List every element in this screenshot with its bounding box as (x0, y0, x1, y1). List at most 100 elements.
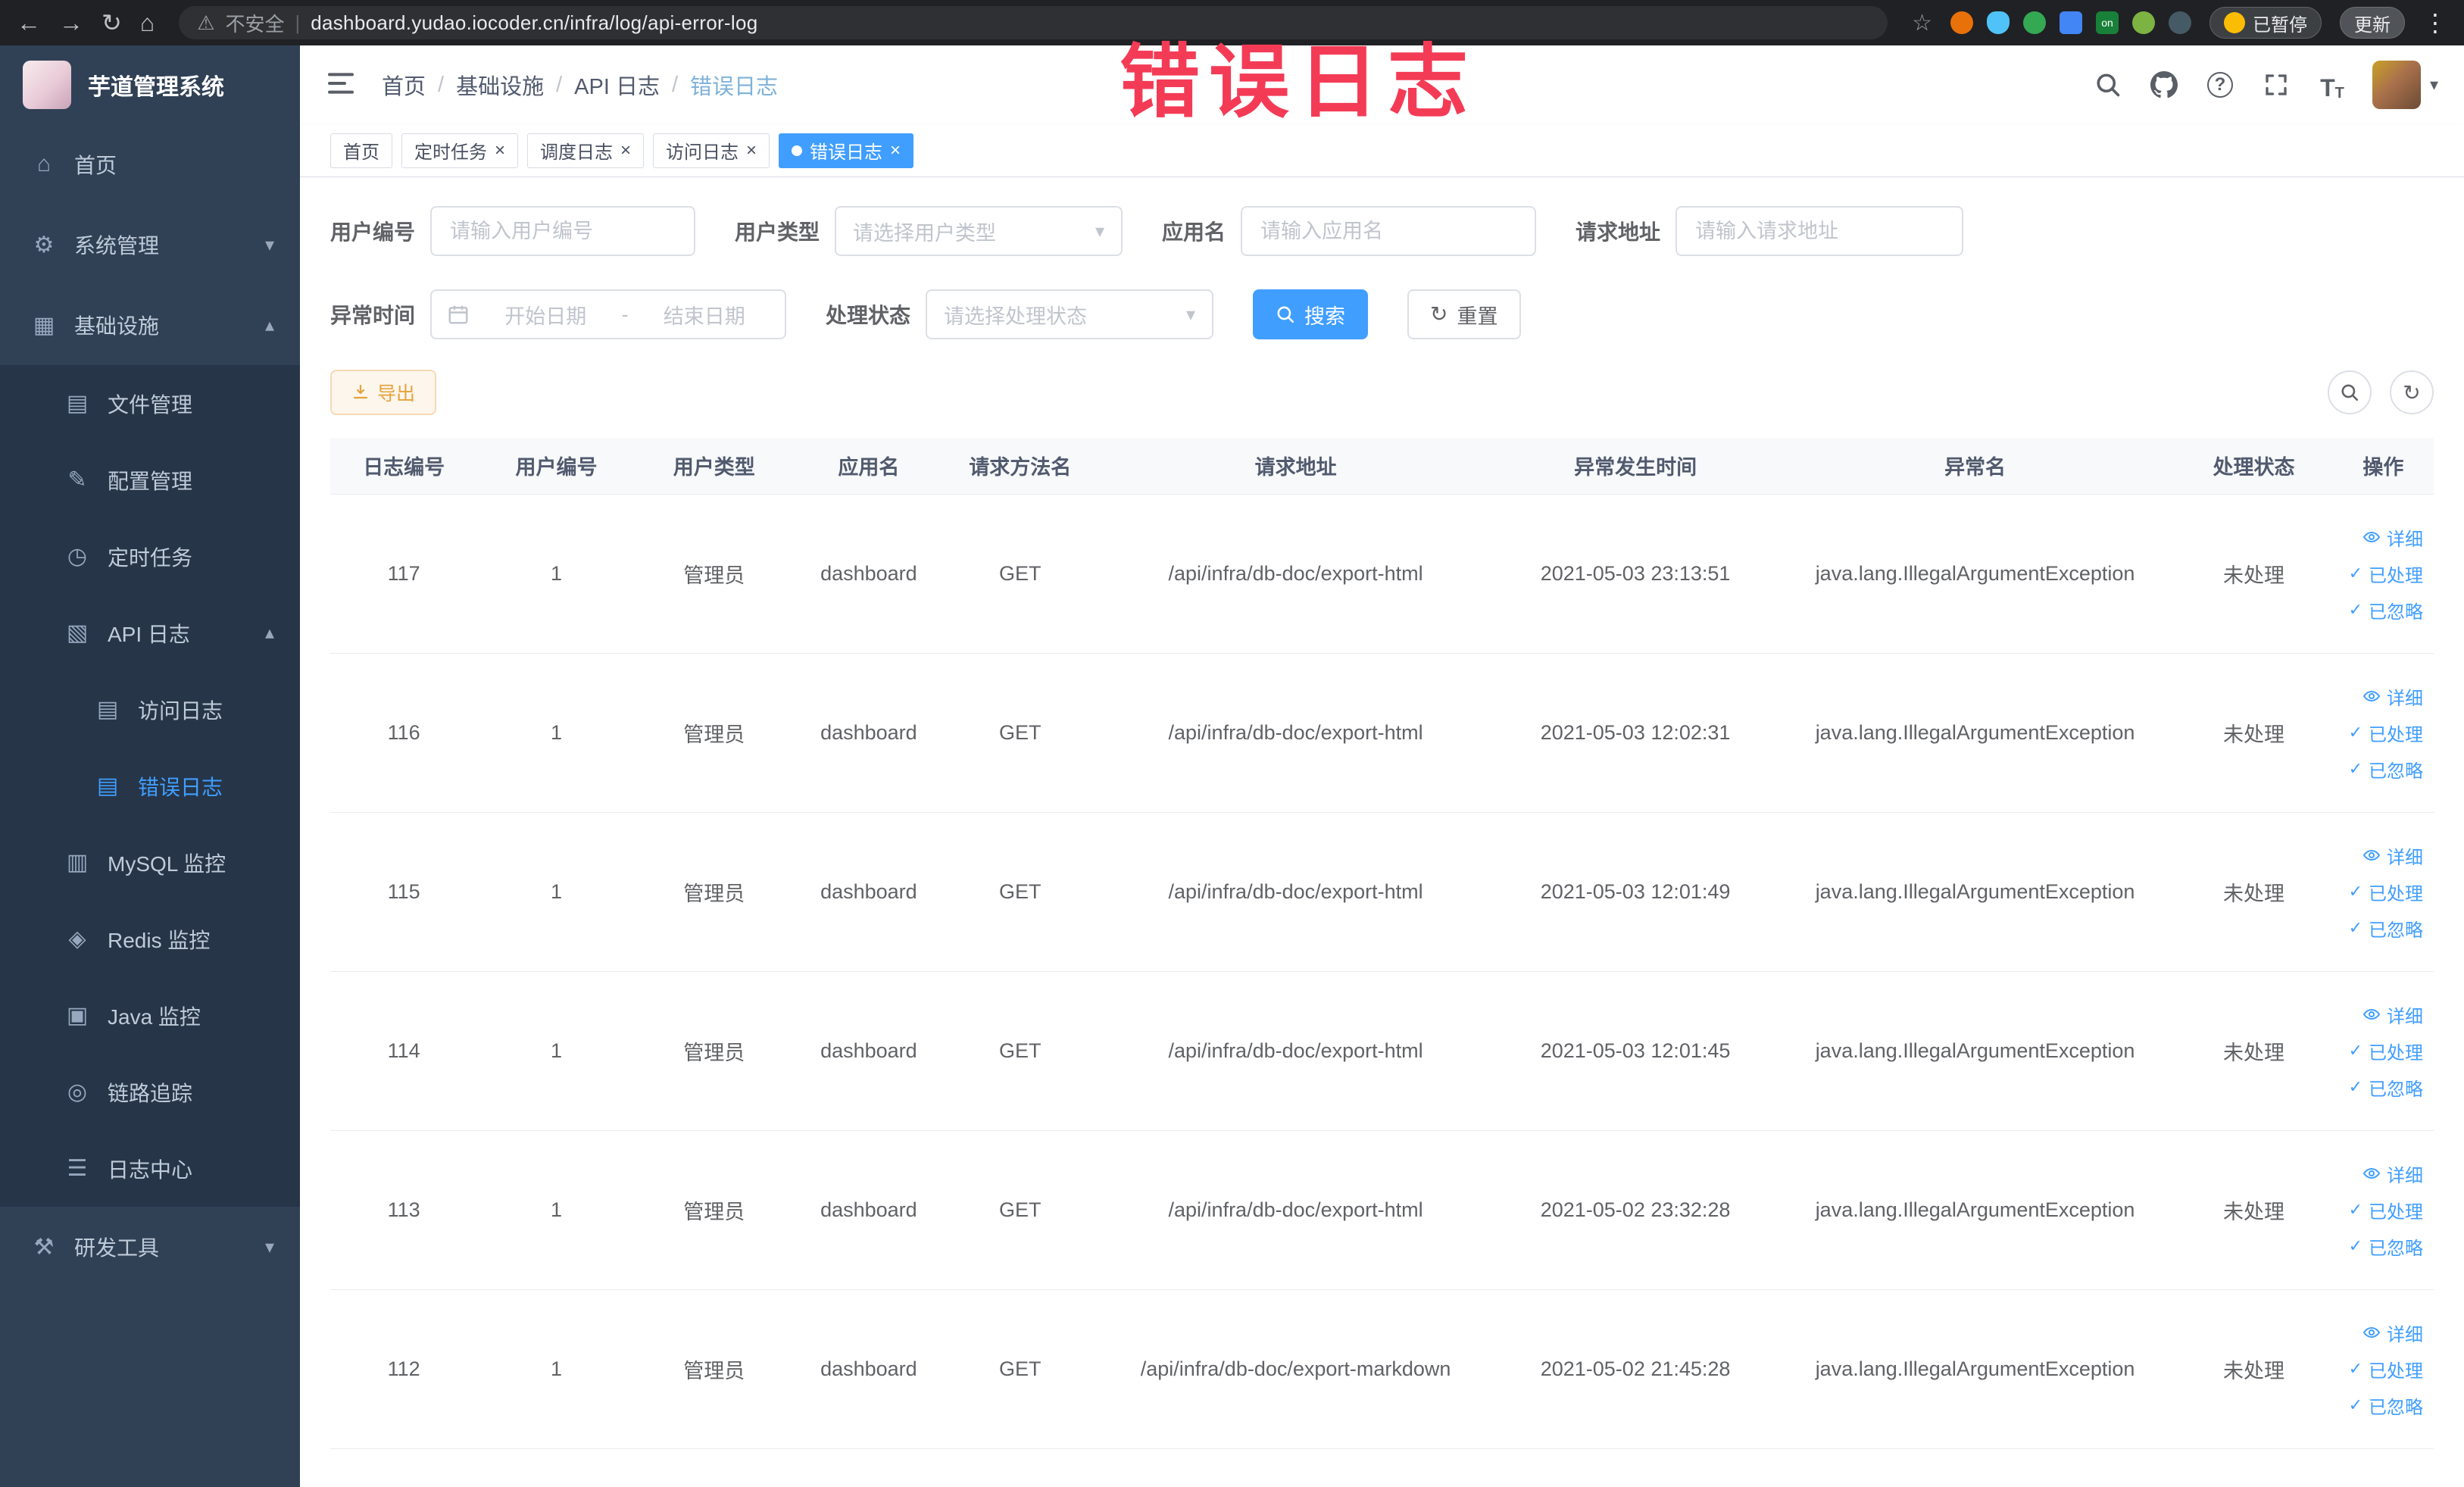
browser-home-icon[interactable]: ⌂ (140, 11, 155, 35)
extension-icon-4[interactable] (2060, 11, 2082, 34)
sidebar-item-trace[interactable]: ◎ 链路追踪 (0, 1054, 300, 1130)
avatar-caret-icon[interactable]: ▾ (2430, 75, 2438, 95)
user-avatar[interactable] (2372, 61, 2421, 109)
tab-close-icon[interactable]: × (746, 141, 757, 160)
browser-update-button[interactable]: 更新 (2340, 7, 2405, 39)
filter-exception-time: 异常时间 开始日期 - 结束日期 (330, 289, 787, 339)
detail-link[interactable]: 详细 (2342, 519, 2423, 555)
detail-link[interactable]: 详细 (2342, 1155, 2423, 1192)
mark-processed-link[interactable]: ✓ 已处理 (2342, 555, 2423, 592)
tab-close-icon[interactable]: × (495, 141, 505, 160)
cell-app-name: dashboard (792, 1130, 945, 1290)
tab-close-icon[interactable]: × (890, 141, 901, 160)
column-header: 请求地址 (1095, 438, 1496, 495)
sidebar-item-config-management[interactable]: ✎ 配置管理 (0, 442, 300, 518)
search-button[interactable]: 搜索 (1253, 289, 1369, 339)
tab-scheduled-jobs[interactable]: 定时任务 × (401, 133, 519, 168)
column-header: 用户编号 (477, 438, 636, 495)
breadcrumb-separator: / (671, 72, 679, 97)
app-name-input[interactable] (1241, 206, 1537, 256)
forward-icon[interactable]: → (59, 11, 83, 35)
github-icon[interactable] (2147, 67, 2181, 102)
table-row: 113 1 管理员 dashboard GET /api/infra/db-do… (330, 1130, 2434, 1290)
sidebar-item-log-center[interactable]: ☰ 日志中心 (0, 1130, 300, 1207)
extension-icon-1[interactable] (1950, 11, 1973, 34)
export-button[interactable]: 导出 (330, 370, 437, 415)
mark-ignored-link[interactable]: ✓ 已忽略 (2342, 1387, 2423, 1423)
tab-access-log[interactable]: 访问日志 × (653, 133, 770, 168)
mark-ignored-link[interactable]: ✓ 已忽略 (2342, 592, 2423, 628)
paused-extension-badge[interactable]: 已暂停 (2209, 7, 2322, 39)
refresh-table-button[interactable]: ↻ (2390, 370, 2434, 414)
date-range-picker[interactable]: 开始日期 - 结束日期 (430, 289, 787, 339)
extension-icon-6[interactable] (2169, 11, 2191, 34)
help-icon[interactable]: ? (2203, 67, 2238, 102)
eye-icon (2363, 528, 2381, 546)
address-bar[interactable]: ⚠ 不安全 | dashboard.yudao.iocoder.cn/infra… (179, 6, 1888, 39)
mark-ignored-link[interactable]: ✓ 已忽略 (2342, 910, 2423, 946)
action-label: 详细 (2387, 688, 2423, 709)
mark-processed-link[interactable]: ✓ 已处理 (2342, 1351, 2423, 1387)
breadcrumb-item[interactable]: API 日志 (574, 69, 660, 101)
cell-actions: 详细 ✓ 已处理 ✓ 已忽略 (2332, 653, 2434, 813)
sidebar-item-label: 错误日志 (138, 775, 223, 799)
bookmark-star-icon[interactable]: ☆ (1912, 10, 1932, 36)
sidebar-item-error-log[interactable]: ▤ 错误日志 (0, 748, 300, 824)
process-status-select[interactable]: 请选择处理状态 ▾ (926, 289, 1214, 339)
extension-icon-2[interactable] (1987, 11, 2010, 34)
extension-icon-5[interactable] (2132, 11, 2155, 34)
request-url-input[interactable] (1675, 206, 1964, 256)
user-id-input[interactable] (430, 206, 696, 256)
tab-label: 调度日志 (540, 142, 614, 163)
search-icon[interactable] (2091, 67, 2125, 102)
cell-app-name: dashboard (792, 494, 945, 654)
tab-error-log[interactable]: 错误日志 × (779, 133, 914, 168)
font-size-icon[interactable]: TT (2315, 67, 2350, 102)
sidebar-item-api-log[interactable]: ▧ API 日志 ▴ (0, 595, 300, 671)
reset-button[interactable]: ↻ 重置 (1407, 289, 1521, 339)
back-icon[interactable]: ← (17, 11, 41, 35)
sidebar-item-java-monitor[interactable]: ▣ Java 监控 (0, 977, 300, 1054)
detail-link[interactable]: 详细 (2342, 996, 2423, 1032)
breadcrumb-item[interactable]: 基础设施 (456, 69, 544, 101)
detail-link[interactable]: 详细 (2342, 678, 2423, 714)
collapse-menu-icon[interactable] (326, 68, 359, 102)
detail-link[interactable]: 详细 (2342, 1314, 2423, 1351)
sidebar-item-dev-tools[interactable]: ⚒ 研发工具 ▾ (0, 1207, 300, 1287)
user-type-select[interactable]: 请选择用户类型 ▾ (835, 206, 1123, 256)
tab-home[interactable]: 首页 (330, 133, 392, 168)
browser-menu-icon[interactable]: ⋮ (2423, 8, 2447, 37)
mark-ignored-link[interactable]: ✓ 已忽略 (2342, 751, 2423, 787)
mark-processed-link[interactable]: ✓ 已处理 (2342, 1032, 2423, 1069)
extension-icon-on[interactable]: on (2096, 11, 2119, 34)
sidebar-item-scheduled-jobs[interactable]: ◷ 定时任务 (0, 518, 300, 595)
detail-link[interactable]: 详细 (2342, 837, 2423, 873)
cell-exception-time: 2021-05-03 12:02:31 (1495, 653, 1775, 813)
tab-schedule-log[interactable]: 调度日志 × (527, 133, 645, 168)
mark-processed-link[interactable]: ✓ 已处理 (2342, 714, 2423, 751)
sidebar-item-infrastructure[interactable]: ▦ 基础设施 ▴ (0, 285, 300, 365)
sidebar-item-label: 链路追踪 (108, 1081, 193, 1105)
cell-exception-name: java.lang.IllegalArgumentException (1775, 1130, 2175, 1290)
mark-ignored-link[interactable]: ✓ 已忽略 (2342, 1069, 2423, 1105)
action-label: 已处理 (2369, 1042, 2423, 1064)
mark-processed-link[interactable]: ✓ 已处理 (2342, 873, 2423, 910)
sidebar-item-access-log[interactable]: ▤ 访问日志 (0, 671, 300, 748)
sidebar-item-home[interactable]: ⌂ 首页 (0, 124, 300, 205)
mark-processed-link[interactable]: ✓ 已处理 (2342, 1192, 2423, 1228)
range-separator: - (621, 302, 629, 326)
sidebar-item-system-management[interactable]: ⚙ 系统管理 ▾ (0, 205, 300, 285)
sidebar-item-mysql-monitor[interactable]: ▥ MySQL 监控 (0, 824, 300, 901)
chevron-up-icon: ▴ (264, 623, 274, 643)
toggle-search-button[interactable] (2328, 370, 2372, 414)
sidebar-item-label: API 日志 (108, 622, 190, 646)
mark-ignored-link[interactable]: ✓ 已忽略 (2342, 1228, 2423, 1264)
sidebar-item-redis-monitor[interactable]: ◈ Redis 监控 (0, 901, 300, 977)
tab-label: 错误日志 (810, 142, 883, 163)
fullscreen-icon[interactable] (2259, 67, 2294, 102)
reload-icon[interactable]: ↻ (101, 11, 122, 35)
tab-close-icon[interactable]: × (620, 141, 631, 160)
sidebar-item-file-management[interactable]: ▤ 文件管理 (0, 365, 300, 442)
breadcrumb-item[interactable]: 首页 (382, 69, 426, 101)
extension-icon-3[interactable] (2023, 11, 2046, 34)
